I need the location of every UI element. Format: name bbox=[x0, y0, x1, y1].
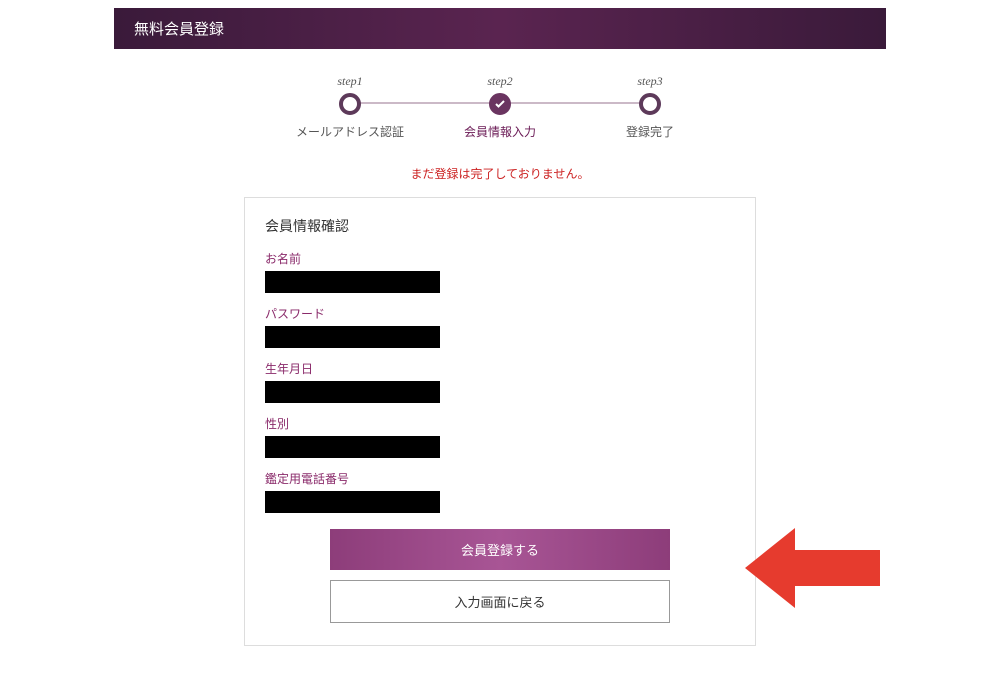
step-3: step3 登録完了 bbox=[575, 74, 725, 140]
step-circle-icon bbox=[639, 93, 661, 115]
step-circle-icon bbox=[339, 93, 361, 115]
warning-message: まだ登録は完了しておりません。 bbox=[0, 165, 1000, 182]
password-value-redacted bbox=[265, 326, 440, 348]
page-title: 無料会員登録 bbox=[134, 21, 224, 38]
confirmation-form: 会員情報確認 お名前 パスワード 生年月日 性別 鑑定用電話番号 会員登録する … bbox=[244, 197, 756, 646]
phone-value-redacted bbox=[265, 491, 440, 513]
progress-steps: step1 メールアドレス認証 step2 会員情報入力 step3 登録完了 bbox=[0, 74, 1000, 140]
page-header: 無料会員登録 bbox=[114, 8, 886, 49]
field-gender: 性別 bbox=[265, 415, 735, 458]
step-1: step1 メールアドレス認証 bbox=[275, 74, 425, 140]
step-bottom-label: メールアドレス認証 bbox=[296, 123, 404, 140]
submit-button[interactable]: 会員登録する bbox=[330, 529, 670, 570]
step-connector bbox=[505, 102, 645, 104]
step-top-label: step2 bbox=[487, 74, 512, 89]
birthdate-label: 生年月日 bbox=[265, 360, 735, 377]
step-2: step2 会員情報入力 bbox=[425, 74, 575, 140]
field-password: パスワード bbox=[265, 305, 735, 348]
form-title: 会員情報確認 bbox=[265, 216, 735, 236]
step-top-label: step3 bbox=[637, 74, 662, 89]
field-phone: 鑑定用電話番号 bbox=[265, 470, 735, 513]
back-button[interactable]: 入力画面に戻る bbox=[330, 580, 670, 623]
step-connector bbox=[355, 102, 495, 104]
password-label: パスワード bbox=[265, 305, 735, 322]
phone-label: 鑑定用電話番号 bbox=[265, 470, 735, 487]
birthdate-value-redacted bbox=[265, 381, 440, 403]
name-value-redacted bbox=[265, 271, 440, 293]
step-bottom-label: 会員情報入力 bbox=[464, 123, 536, 140]
name-label: お名前 bbox=[265, 250, 735, 267]
step-circle-active-icon bbox=[489, 93, 511, 115]
arrow-annotation-icon bbox=[745, 518, 885, 618]
gender-label: 性別 bbox=[265, 415, 735, 432]
field-name: お名前 bbox=[265, 250, 735, 293]
gender-value-redacted bbox=[265, 436, 440, 458]
step-top-label: step1 bbox=[337, 74, 362, 89]
step-bottom-label: 登録完了 bbox=[626, 123, 674, 140]
check-icon bbox=[494, 98, 506, 110]
field-birthdate: 生年月日 bbox=[265, 360, 735, 403]
